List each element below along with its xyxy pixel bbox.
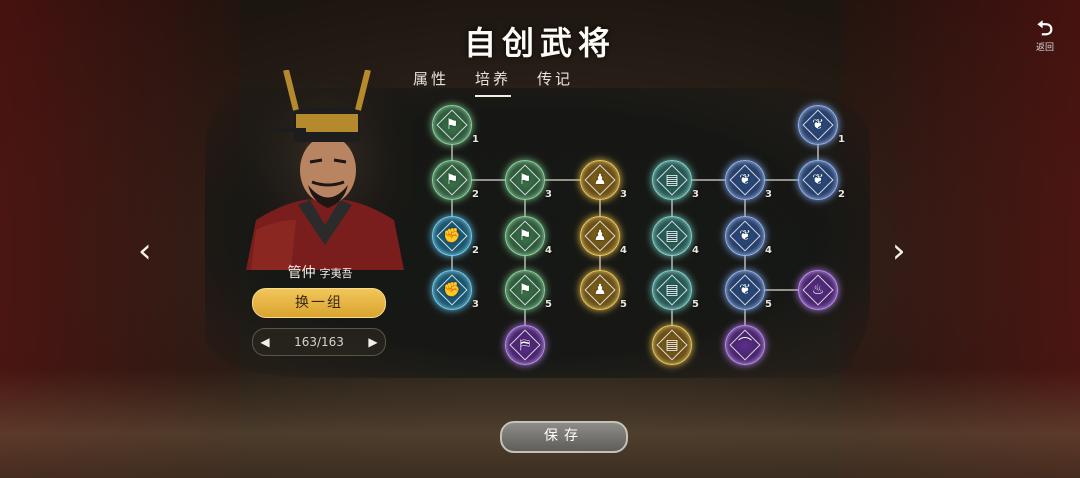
skill-node-boot[interactable]: ⌒ [725, 325, 765, 365]
person-icon: ♟ [593, 282, 607, 298]
skill-node-flag-2[interactable]: ⚑ 2 [432, 160, 479, 200]
skill-node-book-3[interactable]: ▤ 3 [652, 160, 699, 200]
book-icon: ▤ [665, 228, 679, 244]
skill-level: 3 [620, 189, 627, 200]
page-title: 自创武将 [463, 24, 616, 62]
skill-level: 3 [765, 189, 772, 200]
previous-hero-arrow[interactable]: ‹ [138, 234, 152, 268]
flag-icon: ⚑ [445, 172, 459, 188]
pager-next-icon[interactable]: ▶ [361, 335, 385, 349]
skill-node-feather-5[interactable]: ❦ 5 [725, 270, 772, 310]
tab-training[interactable]: 培养 [475, 68, 512, 97]
tab-attributes[interactable]: 属性 [413, 68, 449, 97]
back-button[interactable]: ⮌ 返回 [1024, 18, 1066, 53]
person-icon: ♟ [593, 172, 607, 188]
feather-icon: ❦ [812, 117, 824, 133]
flag-icon: ⚑ [518, 282, 532, 298]
next-hero-arrow[interactable]: › [892, 234, 906, 268]
skill-level: 4 [765, 245, 772, 256]
hero-courtesy-name: 字夷吾 [319, 267, 353, 280]
skill-node-person-5[interactable]: ♟ 5 [580, 270, 627, 310]
skill-level: 3 [545, 189, 552, 200]
fire-icon: ♨ [811, 282, 825, 298]
return-arrow-icon: ⮌ [1036, 16, 1054, 40]
tab-biography[interactable]: 传记 [537, 68, 573, 97]
skill-level: 2 [838, 189, 845, 200]
skill-node-flag-4[interactable]: ⚑ 4 [505, 216, 552, 256]
skill-node-flag-5[interactable]: ⚑ 5 [505, 270, 552, 310]
feather-icon: ❦ [739, 282, 751, 298]
hero-portrait [236, 70, 414, 270]
fist-icon: ✊ [443, 282, 461, 298]
flag-icon: ⚑ [518, 172, 532, 188]
flag-icon: ⚑ [518, 228, 532, 244]
skill-level: 5 [692, 299, 699, 310]
skill-level: 3 [692, 189, 699, 200]
skill-node-feather-2[interactable]: ❦ 2 [798, 160, 845, 200]
skill-node-book-5[interactable]: ▤ 5 [652, 270, 699, 310]
pager-count: 163/163 [294, 335, 344, 349]
skill-level: 4 [692, 245, 699, 256]
skill-node-fist-3[interactable]: ✊ 3 [432, 270, 479, 310]
skill-level: 5 [620, 299, 627, 310]
skill-node-person-3[interactable]: ♟ 3 [580, 160, 627, 200]
skill-node-book-gold[interactable]: ▤ [652, 325, 692, 365]
hero-pager: ◀ 163/163 ▶ [252, 328, 386, 356]
skill-level: 5 [765, 299, 772, 310]
hero-name: 管仲 字夷吾 [256, 262, 384, 282]
skill-node-fire[interactable]: ♨ [798, 270, 838, 310]
skill-node-flag-1[interactable]: ⚑ 1 [432, 105, 479, 145]
skill-node-feather-1[interactable]: ❦ 1 [798, 105, 845, 145]
save-button[interactable]: 保存 [500, 421, 628, 453]
feather-icon: ❦ [812, 172, 824, 188]
hero-name-text: 管仲 [287, 265, 316, 281]
skill-level: 2 [472, 245, 479, 256]
skill-level: 1 [472, 134, 479, 145]
skill-level: 4 [545, 245, 552, 256]
skill-level: 1 [838, 134, 845, 145]
person-icon: ♟ [593, 228, 607, 244]
skill-node-person-4[interactable]: ♟ 4 [580, 216, 627, 256]
reroll-button[interactable]: 换一组 [252, 288, 386, 318]
feather-icon: ❦ [739, 172, 751, 188]
skill-level: 4 [620, 245, 627, 256]
skill-node-flag-3[interactable]: ⚑ 3 [505, 160, 552, 200]
flag-icon: ⚑ [445, 117, 459, 133]
book-icon: ▤ [665, 282, 679, 298]
skill-node-banner[interactable]: ⛿ [505, 325, 545, 365]
skill-node-feather-3[interactable]: ❦ 3 [725, 160, 772, 200]
book-icon: ▤ [665, 337, 679, 353]
banner-icon: ⛿ [519, 337, 531, 353]
pager-prev-icon[interactable]: ◀ [253, 335, 277, 349]
tab-bar: 属性 培养 传记 [413, 68, 573, 97]
skill-level: 3 [472, 299, 479, 310]
skill-node-book-4[interactable]: ▤ 4 [652, 216, 699, 256]
skill-level: 2 [472, 189, 479, 200]
skill-node-fist-2[interactable]: ✊ 2 [432, 216, 479, 256]
boot-icon: ⌒ [738, 337, 752, 353]
feather-icon: ❦ [739, 228, 751, 244]
skill-node-feather-4[interactable]: ❦ 4 [725, 216, 772, 256]
fist-icon: ✊ [443, 228, 461, 244]
book-icon: ▤ [665, 172, 679, 188]
back-label: 返回 [1035, 43, 1054, 53]
skill-level: 5 [545, 299, 552, 310]
